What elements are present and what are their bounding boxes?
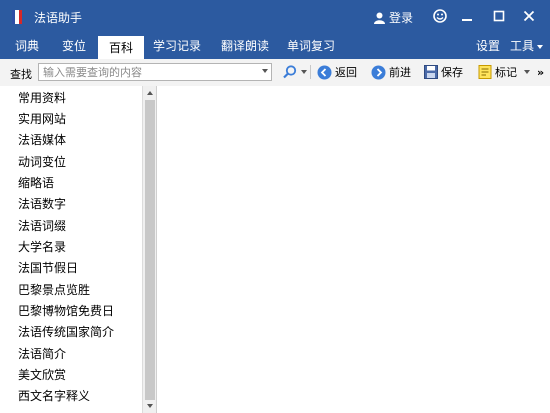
save-icon [424, 65, 438, 79]
search-history-dropdown-icon[interactable] [262, 69, 268, 73]
list-item[interactable]: 常用资料 [18, 89, 66, 106]
tab-study-record[interactable]: 学习记录 [148, 34, 206, 59]
list-item[interactable]: 美文欣赏 [18, 366, 66, 383]
french-flag-icon [12, 10, 22, 24]
tab-encyclopedia[interactable]: 百科 [98, 34, 144, 61]
minimize-icon[interactable] [459, 8, 475, 24]
user-icon [374, 12, 385, 24]
mark-icon [478, 65, 492, 79]
app-window: 法语助手 登录 词典 变位 百科 学习记录 翻译朗读 单词复习 设置 工具 查找… [0, 0, 550, 413]
forward-label: 前进 [389, 66, 411, 79]
back-icon [317, 65, 332, 79]
toolbar-separator [310, 65, 311, 79]
save-button[interactable]: 保存 [424, 63, 463, 81]
tab-dictionary[interactable]: 词典 [8, 34, 46, 59]
back-label: 返回 [335, 66, 357, 79]
search-box[interactable] [38, 63, 272, 81]
content-pane [157, 86, 550, 413]
title-bar: 法语助手 登录 [0, 0, 550, 34]
list-item[interactable]: 实用网站 [18, 110, 66, 127]
chevron-down-icon [537, 44, 544, 49]
toolbar: 查找 返回 前进 [0, 59, 550, 87]
tab-conjugation[interactable]: 变位 [54, 34, 94, 59]
app-title: 法语助手 [34, 11, 83, 25]
list-item[interactable]: 法国节假日 [18, 259, 78, 276]
list-item[interactable]: 西文名字释义 [18, 387, 90, 404]
tools-menu[interactable]: 工具 [510, 34, 544, 59]
scroll-up-icon[interactable] [144, 87, 156, 99]
search-dropdown-icon[interactable] [301, 70, 307, 74]
list-item[interactable]: 缩略语 [18, 174, 54, 191]
menu-bar: 词典 变位 百科 学习记录 翻译朗读 单词复习 设置 工具 [0, 34, 550, 61]
toolbar-overflow-button[interactable]: » [537, 63, 544, 81]
list-item[interactable]: 法语传统国家简介 [18, 323, 114, 340]
scrollbar-thumb[interactable] [145, 100, 155, 400]
forward-button[interactable]: 前进 [371, 63, 411, 81]
forward-icon [371, 65, 386, 79]
login-button[interactable]: 登录 [374, 9, 413, 26]
login-label: 登录 [389, 11, 414, 25]
tab-word-review[interactable]: 单词复习 [282, 34, 340, 59]
list-item[interactable]: 法语媒体 [18, 131, 66, 148]
search-button[interactable] [282, 63, 307, 81]
close-icon[interactable] [521, 8, 537, 24]
search-input[interactable] [39, 64, 253, 80]
mark-button[interactable]: 标记 [478, 63, 530, 81]
list-item[interactable]: 巴黎博物馆免费日 [18, 302, 114, 319]
find-label: 查找 [10, 68, 32, 81]
list-item[interactable]: 法语数字 [18, 195, 66, 212]
tab-translate-read[interactable]: 翻译朗读 [216, 34, 274, 59]
mark-dropdown-icon[interactable] [524, 70, 530, 74]
list-item[interactable]: 大学名录 [18, 238, 66, 255]
scroll-down-icon[interactable] [144, 400, 156, 412]
back-button[interactable]: 返回 [317, 63, 357, 81]
list-item[interactable]: 法语词缀 [18, 217, 66, 234]
search-icon [283, 65, 297, 79]
settings-menu[interactable]: 设置 [476, 34, 500, 59]
save-label: 保存 [441, 66, 463, 79]
list-item[interactable]: 巴黎景点览胜 [18, 281, 90, 298]
list-item[interactable]: 动词变位 [18, 153, 66, 170]
list-scrollbar[interactable] [142, 86, 156, 413]
list-item[interactable]: 法语简介 [18, 345, 66, 362]
encyclopedia-list: 常用资料 实用网站 法语媒体 动词变位 缩略语 法语数字 法语词缀 大学名录 法… [0, 86, 157, 413]
smiley-icon[interactable] [432, 8, 448, 24]
tools-label: 工具 [510, 39, 535, 53]
mark-label: 标记 [495, 66, 517, 79]
maximize-icon[interactable] [491, 8, 507, 24]
